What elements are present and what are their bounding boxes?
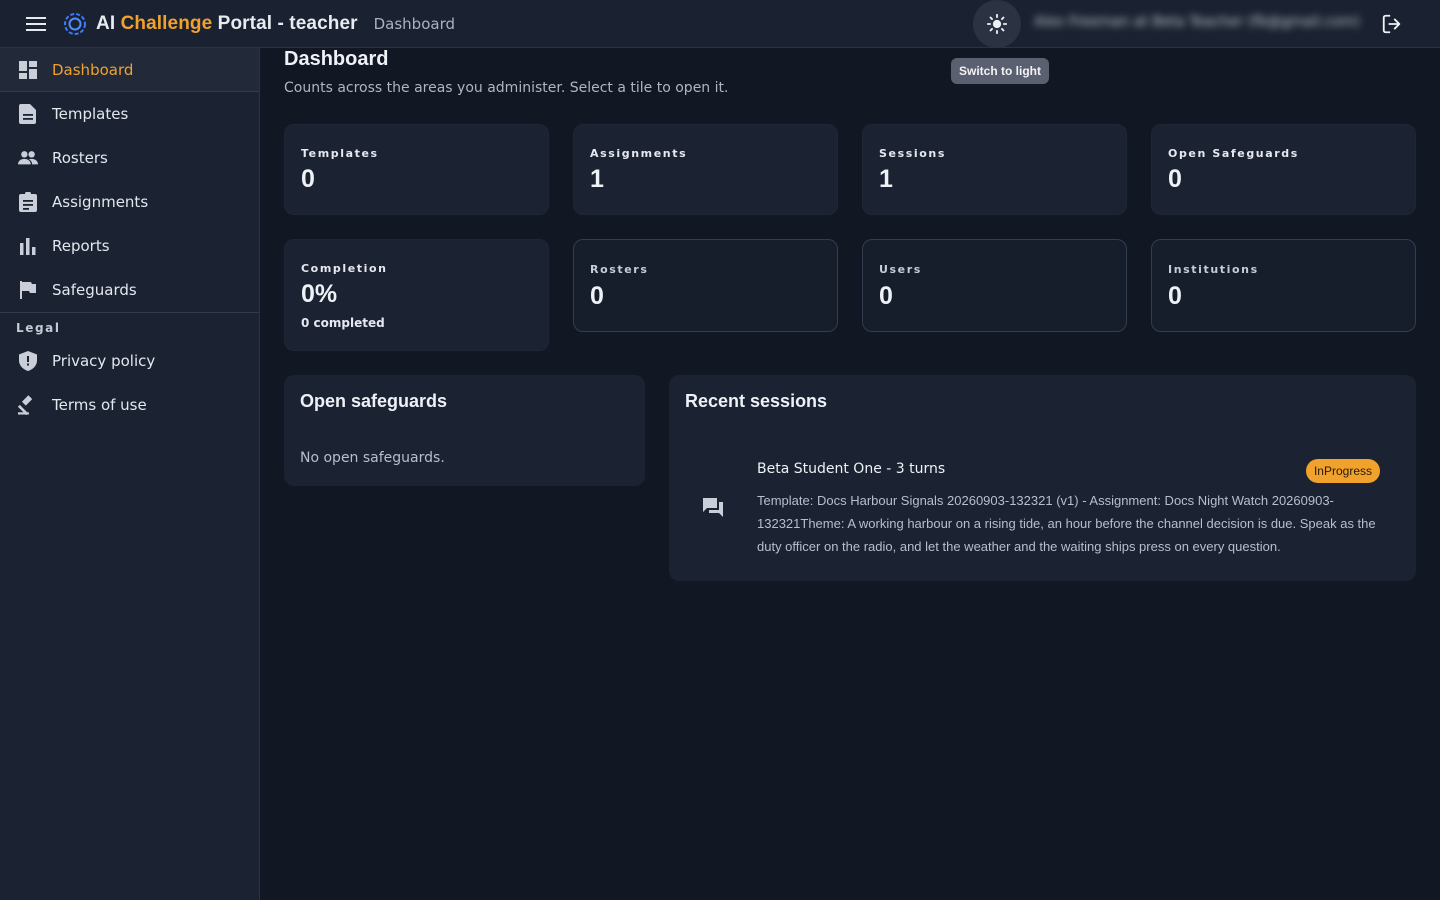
app-title-suffix: Portal - teacher <box>212 12 358 34</box>
tile-value: 0 <box>1168 165 1182 193</box>
page-subtitle: Counts across the areas you administer. … <box>284 80 729 96</box>
session-list-item[interactable]: Beta Student One - 3 turns InProgress Te… <box>669 455 1416 555</box>
shield-icon <box>18 351 38 371</box>
theme-toggle-button[interactable] <box>973 0 1021 48</box>
tile-value: 0 <box>301 165 315 193</box>
tile-value: 0% <box>301 280 338 308</box>
sidebar-item-privacy-policy[interactable]: Privacy policy <box>0 339 259 383</box>
flag-icon <box>18 280 38 300</box>
tile-completion[interactable]: Completion 0% 0 completed <box>284 239 549 351</box>
sidebar-item-label: Reports <box>52 237 110 255</box>
tile-label: Rosters <box>590 263 649 276</box>
tile-label: Sessions <box>879 147 946 160</box>
sidebar-item-label: Terms of use <box>52 396 147 414</box>
tile-label: Institutions <box>1168 263 1259 276</box>
status-badge: InProgress <box>1305 459 1380 483</box>
dashboard-icon <box>18 60 38 80</box>
tile-label: Templates <box>301 147 379 160</box>
app-title-accent: Challenge <box>120 12 213 34</box>
session-title: Beta Student One - 3 turns <box>757 461 946 477</box>
sidebar-item-rosters[interactable]: Rosters <box>0 136 259 180</box>
tile-value: 0 <box>590 282 604 310</box>
chat-icon <box>701 495 725 519</box>
tile-label: Open Safeguards <box>1168 147 1299 160</box>
menu-button[interactable] <box>12 0 60 48</box>
tile-assignments[interactable]: Assignments 1 <box>573 124 838 215</box>
sidebar-item-label: Privacy policy <box>52 352 156 370</box>
tile-value: 0 <box>1168 282 1182 310</box>
tile-label: Assignments <box>590 147 688 160</box>
people-icon <box>18 148 38 168</box>
tile-label: Users <box>879 263 922 276</box>
sidebar-item-label: Assignments <box>52 193 149 211</box>
tile-value: 1 <box>879 165 893 193</box>
sidebar-item-reports[interactable]: Reports <box>0 224 259 268</box>
user-email: Alex Freeman at Beta Teacher (fb@gmail.c… <box>1034 14 1360 30</box>
tile-subvalue: 0 completed <box>301 316 385 330</box>
recent-sessions-panel: Recent sessions Beta Student One - 3 tur… <box>669 375 1416 581</box>
panel-title: Recent sessions <box>685 391 828 411</box>
tile-value: 1 <box>590 165 604 193</box>
theme-tooltip: Switch to light <box>951 58 1049 84</box>
tile-users[interactable]: Users 0 <box>862 239 1127 332</box>
sidebar-item-label: Templates <box>52 105 129 123</box>
sidebar-item-assignments[interactable]: Assignments <box>0 180 259 224</box>
page-title: Dashboard <box>284 48 389 70</box>
sidebar-item-terms-of-use[interactable]: Terms of use <box>0 383 259 427</box>
hamburger-menu-icon <box>26 16 46 31</box>
panel-title: Open safeguards <box>300 391 448 411</box>
tile-open-safeguards[interactable]: Open Safeguards 0 <box>1151 124 1416 215</box>
tile-sessions[interactable]: Sessions 1 <box>862 124 1127 215</box>
open-safeguards-panel: Open safeguards No open safeguards. <box>284 375 645 486</box>
sidebar-item-label: Dashboard <box>52 60 134 79</box>
gavel-icon <box>18 395 38 416</box>
bar-chart-icon <box>18 236 38 256</box>
session-description: Template: Docs Harbour Signals 20260903-… <box>757 493 1376 554</box>
tile-institutions[interactable]: Institutions 0 <box>1151 239 1416 332</box>
sidebar-item-label: Safeguards <box>52 281 137 299</box>
tile-value: 0 <box>879 282 893 310</box>
sidebar-item-dashboard[interactable]: Dashboard <box>0 48 259 92</box>
tile-templates[interactable]: Templates 0 <box>284 124 549 215</box>
sun-icon <box>986 13 1008 35</box>
clipboard-icon <box>18 192 38 212</box>
sidebar-item-safeguards[interactable]: Safeguards <box>0 268 259 312</box>
tile-label: Completion <box>301 262 388 275</box>
sidebar-item-label: Rosters <box>52 149 108 167</box>
logout-button[interactable] <box>1368 0 1416 48</box>
legal-section-label: Legal <box>16 321 61 335</box>
sidebar-divider <box>0 312 259 313</box>
empty-state-text: No open safeguards. <box>300 450 445 466</box>
document-icon <box>18 104 38 124</box>
tile-rosters[interactable]: Rosters 0 <box>573 239 838 332</box>
app-title-prefix: AI <box>96 12 121 34</box>
logout-icon <box>1382 14 1401 34</box>
app-logo-icon <box>62 11 88 37</box>
sidebar: Dashboard Templates Rosters Assignments … <box>0 48 260 900</box>
breadcrumb: Dashboard <box>373 14 455 33</box>
app-title: AI Challenge Portal - teacher <box>96 13 358 35</box>
sidebar-item-templates[interactable]: Templates <box>0 92 259 136</box>
